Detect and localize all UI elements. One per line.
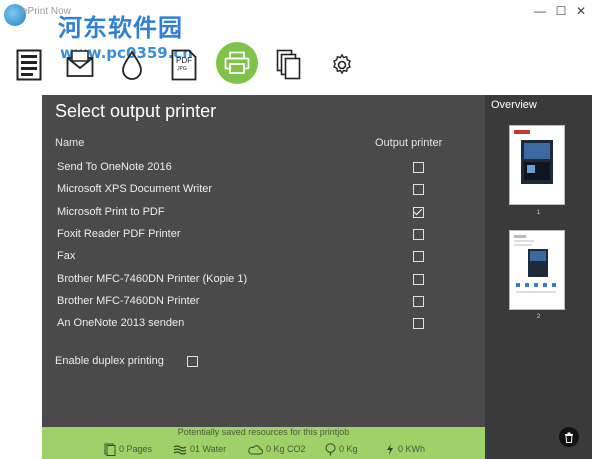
duplex-checkbox[interactable] — [187, 356, 198, 367]
email-tool-button[interactable] — [61, 44, 99, 86]
printer-checkbox[interactable] — [413, 207, 424, 218]
printer-row: Fax — [57, 248, 477, 266]
printer-name: Microsoft XPS Document Writer — [57, 183, 213, 195]
document-tool-button[interactable] — [10, 44, 48, 86]
saved-co2: 0 Kg CO2 — [248, 441, 306, 457]
page-title: Select output printer — [55, 101, 217, 121]
saved-water: 01 Water — [173, 441, 226, 457]
top-toolbar: ePrint Now 河东软件园 www.pc0359.cn — ☐ ✕ PDF — [0, 0, 592, 95]
drop-icon — [122, 50, 142, 80]
document-icon — [16, 49, 42, 81]
page-thumbnail[interactable] — [509, 230, 565, 310]
jpg-icon-label: JPG — [177, 66, 187, 72]
printer-row: Foxit Reader PDF Printer — [57, 226, 477, 244]
pdf-icon: PDF JPG — [171, 49, 197, 81]
maximize-button[interactable]: ☐ — [553, 4, 569, 18]
printer-row: Brother MFC-7460DN Printer (Kopie 1) — [57, 271, 477, 289]
overview-title: Overview — [491, 99, 537, 111]
cloud-icon — [248, 444, 263, 454]
printer-name: Microsoft Print to PDF — [57, 206, 165, 218]
ink-tool-button[interactable] — [113, 44, 151, 86]
saved-pages: 0 Pages — [104, 441, 152, 457]
printer-name: Brother MFC-7460DN Printer — [57, 295, 200, 307]
saved-co2-value: 0 Kg CO2 — [266, 444, 306, 454]
printer-checkbox[interactable] — [413, 184, 424, 195]
trash-icon — [565, 432, 573, 443]
saved-resources-bar: Potentially saved resources for this pri… — [42, 427, 485, 459]
duplex-label: Enable duplex printing — [55, 355, 164, 367]
pdf-icon-label: PDF — [176, 56, 192, 65]
saved-energy-value: 0 KWh — [398, 444, 426, 454]
saved-water-value: 01 Water — [190, 444, 227, 454]
print-tool-button[interactable] — [216, 42, 258, 84]
printer-checkbox[interactable] — [413, 296, 424, 307]
printer-name: Fax — [57, 250, 76, 262]
lightning-icon — [387, 443, 393, 455]
settings-tool-button[interactable] — [323, 44, 361, 86]
gear-icon — [333, 53, 351, 75]
printer-icon — [224, 51, 250, 74]
printer-row: Microsoft Print to PDF — [57, 204, 477, 222]
printer-checkbox[interactable] — [413, 274, 424, 285]
minimize-button[interactable]: — — [532, 4, 548, 18]
column-header-name: Name — [55, 137, 85, 149]
page-number: 1 — [536, 210, 541, 216]
printer-checkbox[interactable] — [413, 251, 424, 262]
copies-tool-button[interactable] — [270, 44, 308, 86]
left-strip — [0, 95, 42, 459]
printer-checkbox[interactable] — [413, 229, 424, 240]
printer-selection-panel: Select output printer Name Output printe… — [42, 95, 485, 427]
printer-name: An OneNote 2013 senden — [57, 317, 185, 329]
printer-name: Foxit Reader PDF Printer — [57, 228, 181, 240]
printer-name: Brother MFC-7460DN Printer (Kopie 1) — [57, 273, 248, 285]
copies-icon — [276, 49, 301, 80]
saved-wood-value: 0 Kg — [339, 444, 358, 454]
pages-icon — [104, 443, 116, 456]
delete-button[interactable] — [559, 427, 579, 447]
envelope-icon — [66, 50, 94, 77]
saved-resources-title: Potentially saved resources for this pri… — [177, 427, 350, 437]
column-header-output: Output printer — [375, 137, 443, 149]
page-number: 2 — [536, 314, 541, 320]
printer-checkbox[interactable] — [413, 318, 424, 329]
printer-row: Brother MFC-7460DN Printer — [57, 293, 477, 311]
tree-icon — [325, 442, 336, 455]
printer-checkbox[interactable] — [413, 162, 424, 173]
saved-pages-value: 0 Pages — [119, 444, 153, 454]
overview-panel: Overview 1 2 — [485, 95, 592, 459]
printer-row: Send To OneNote 2016 — [57, 159, 477, 177]
printer-row: Microsoft XPS Document Writer — [57, 181, 477, 199]
watermark-title: 河东软件园 — [58, 14, 183, 42]
page-preview-image — [514, 235, 556, 293]
printer-row: An OneNote 2013 senden — [57, 315, 477, 333]
printer-name: Send To OneNote 2016 — [57, 161, 172, 173]
pdf-tool-button[interactable]: PDF JPG — [165, 44, 203, 86]
close-button[interactable]: ✕ — [573, 4, 589, 18]
page-preview-image — [514, 130, 553, 184]
saved-energy: 0 KWh — [385, 441, 425, 457]
page-thumbnail[interactable] — [509, 125, 565, 205]
saved-wood: 0 Kg — [325, 441, 358, 457]
water-icon — [173, 444, 187, 455]
